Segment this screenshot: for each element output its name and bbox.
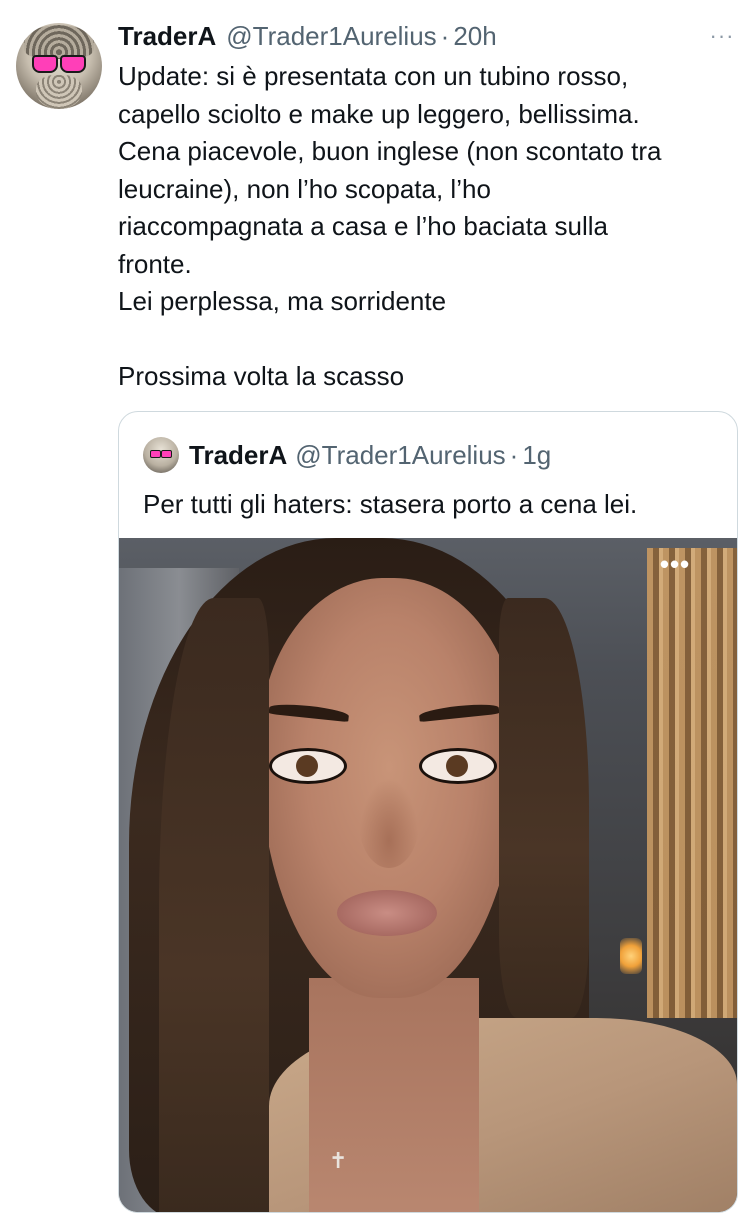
photo-lips — [337, 890, 437, 936]
tweet-text-line: Cena piacevole, buon inglese (non sconta… — [118, 136, 662, 166]
tweet-text-line: riaccompagnata a casa e l’ho baciata sul… — [118, 211, 608, 241]
quoted-author-name[interactable]: TraderA — [189, 440, 287, 471]
tweet-text-line: Lei perplessa, ma sorridente — [118, 286, 447, 316]
header-separator: · — [440, 20, 450, 51]
avatar-hair-shape — [24, 25, 94, 59]
quoted-tweet-text: Per tutti gli haters: stasera porto a ce… — [143, 489, 638, 519]
tweet-text-blank-line — [118, 321, 748, 359]
tweet-header: TraderA @Trader1Aurelius · 20h — [118, 19, 497, 53]
tweet-text-line: Update: si è presentata con un tubino ro… — [118, 61, 629, 91]
cross-necklace-icon: ✝ — [329, 1148, 348, 1173]
photo-candle — [620, 938, 642, 974]
quoted-author-handle[interactable]: @Trader1Aurelius — [295, 440, 505, 471]
quoted-tweet-photo[interactable]: ✝ ••• — [119, 538, 737, 1212]
photo-hair-strand — [159, 598, 269, 1212]
tweet-timestamp[interactable]: 20h — [453, 21, 496, 52]
author-name[interactable]: TraderA — [118, 21, 216, 52]
more-dots-icon[interactable]: ··· — [706, 25, 738, 47]
media-more-options-icon[interactable]: ••• — [653, 551, 697, 578]
tweet-text-line: leucraine), non l’ho scopata, l’ho — [118, 173, 491, 204]
pink-sunglasses-icon — [32, 55, 86, 73]
photo-nose — [359, 778, 419, 868]
tweet-text-line: fronte. — [118, 248, 192, 279]
tweet-text-line: Prossima volta la scasso — [118, 361, 405, 391]
photo-hair-strand — [499, 598, 589, 1018]
quoted-tweet-timestamp[interactable]: 1g — [522, 440, 551, 471]
tweet-text: Update: si è presentata con un tubino ro… — [118, 58, 748, 396]
photo-neck — [309, 978, 479, 1212]
photo-eye — [269, 748, 347, 784]
author-avatar[interactable] — [16, 23, 102, 109]
tweet-text-line: capello sciolto e make up leggero, belli… — [118, 98, 640, 129]
photo-curtain — [647, 548, 737, 1018]
tweet: TraderA @Trader1Aurelius · 20h ··· Updat… — [0, 0, 754, 1213]
avatar-beard-shape — [36, 75, 82, 109]
quoted-tweet-card[interactable]: TraderA @Trader1Aurelius · 1g Per tutti … — [118, 411, 738, 1213]
quoted-header-separator: · — [509, 439, 519, 470]
author-handle[interactable]: @Trader1Aurelius — [226, 21, 436, 52]
photo-eye — [419, 748, 497, 784]
pink-sunglasses-icon — [150, 450, 172, 458]
quoted-tweet-header: TraderA @Trader1Aurelius · 1g — [189, 439, 551, 471]
quoted-author-avatar[interactable] — [143, 437, 179, 473]
